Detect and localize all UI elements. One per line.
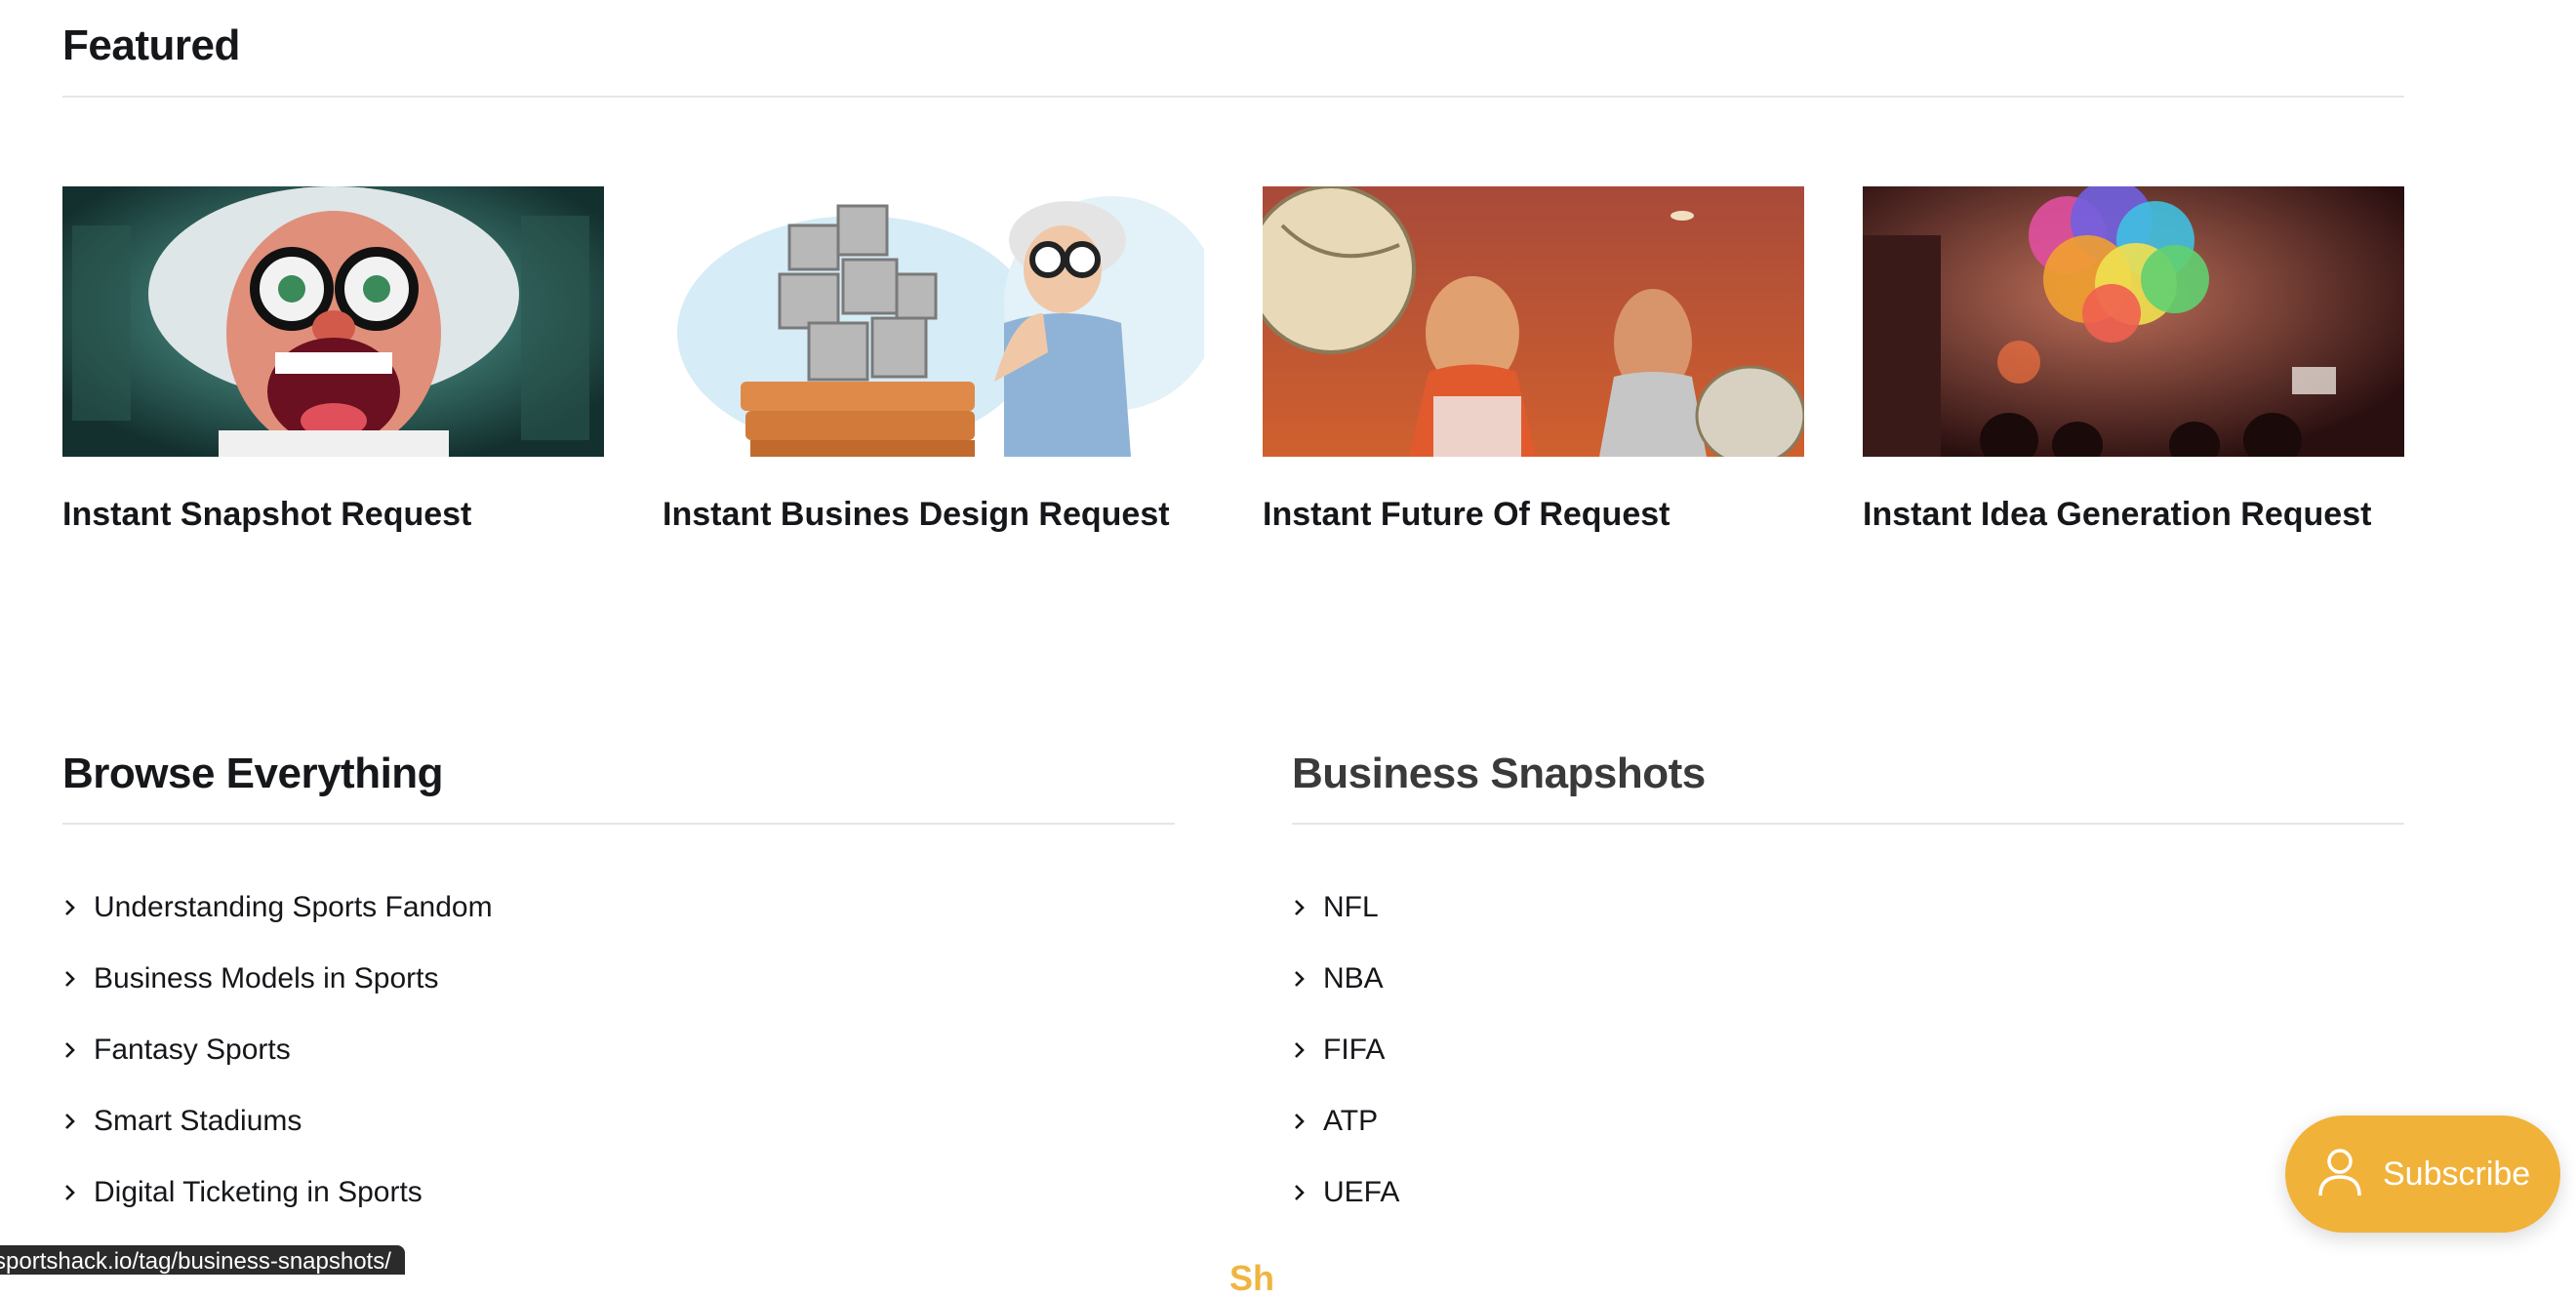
list-item[interactable]: Smart Stadiums (62, 1085, 493, 1156)
list-item-label[interactable]: ATP (1323, 1105, 1378, 1138)
list-item-label[interactable]: Understanding Sports Fandom (94, 891, 493, 924)
card-title[interactable]: Instant Idea Generation Request (1863, 496, 2404, 534)
card-thumbnail[interactable] (663, 186, 1204, 457)
chevron-right-icon (1292, 969, 1323, 989)
card-title[interactable]: Instant Busines Design Request (663, 496, 1204, 534)
list-item[interactable]: NBA (1292, 943, 1399, 1014)
card-title[interactable]: Instant Snapshot Request (62, 496, 604, 534)
status-bar-url: sportshack.io/tag/business-snapshots/ (0, 1245, 405, 1275)
list-item[interactable]: NFL (1292, 872, 1399, 943)
card-thumbnail[interactable] (1263, 186, 1804, 457)
featured-card[interactable]: Instant Snapshot Request (62, 186, 604, 534)
chevron-right-icon (1292, 1112, 1323, 1131)
subscribe-label[interactable]: Subscribe (2383, 1156, 2530, 1194)
status-url-text: sportshack.io/tag/business-snapshots/ (0, 1248, 391, 1275)
chevron-right-icon (1292, 1183, 1323, 1202)
featured-card[interactable]: Instant Idea Generation Request (1863, 186, 2404, 534)
chevron-right-icon (62, 1112, 94, 1131)
user-icon (2316, 1147, 2363, 1202)
featured-cards: Instant Snapshot Request Instant Busines… (62, 186, 2404, 534)
chevron-right-icon (1292, 898, 1323, 917)
chevron-right-icon (1292, 1040, 1323, 1060)
list-item[interactable]: Understanding Sports Fandom (62, 872, 493, 943)
list-item[interactable]: Fantasy Sports (62, 1014, 493, 1085)
featured-heading: Featured (62, 21, 240, 69)
list-item-label[interactable]: Business Models in Sports (94, 962, 439, 995)
list-item-label[interactable]: NFL (1323, 891, 1379, 924)
list-item-label[interactable]: FIFA (1323, 1034, 1385, 1067)
card-thumbnail[interactable] (62, 186, 604, 457)
card-thumbnail[interactable] (1863, 186, 2404, 457)
featured-card[interactable]: Instant Future Of Request (1263, 186, 1804, 534)
next-section-heading-peek: Sh (1229, 1258, 1275, 1298)
list-item-label[interactable]: UEFA (1323, 1176, 1399, 1209)
chevron-right-icon (62, 1040, 94, 1060)
list-item-label[interactable]: Smart Stadiums (94, 1105, 302, 1138)
list-item-label[interactable]: Fantasy Sports (94, 1034, 291, 1067)
browse-list: Understanding Sports Fandom Business Mod… (62, 872, 493, 1228)
featured-divider (62, 96, 2404, 98)
list-item[interactable]: Digital Ticketing in Sports (62, 1156, 493, 1228)
list-item[interactable]: FIFA (1292, 1014, 1399, 1085)
list-item-label[interactable]: NBA (1323, 962, 1384, 995)
card-title[interactable]: Instant Future Of Request (1263, 496, 1804, 534)
snapshots-list: NFL NBA FIFA ATP UEFA (1292, 872, 1399, 1228)
list-item[interactable]: UEFA (1292, 1156, 1399, 1228)
snapshots-divider (1292, 823, 2404, 825)
list-item[interactable]: Business Models in Sports (62, 943, 493, 1014)
subscribe-button[interactable]: Subscribe (2285, 1115, 2560, 1233)
list-item[interactable]: ATP (1292, 1085, 1399, 1156)
browse-heading: Browse Everything (62, 750, 444, 797)
browse-divider (62, 823, 1175, 825)
chevron-right-icon (62, 1183, 94, 1202)
list-item-label[interactable]: Digital Ticketing in Sports (94, 1176, 423, 1209)
snapshots-heading[interactable]: Business Snapshots (1292, 750, 1706, 798)
featured-card[interactable]: Instant Busines Design Request (663, 186, 1204, 534)
chevron-right-icon (62, 898, 94, 917)
chevron-right-icon (62, 969, 94, 989)
